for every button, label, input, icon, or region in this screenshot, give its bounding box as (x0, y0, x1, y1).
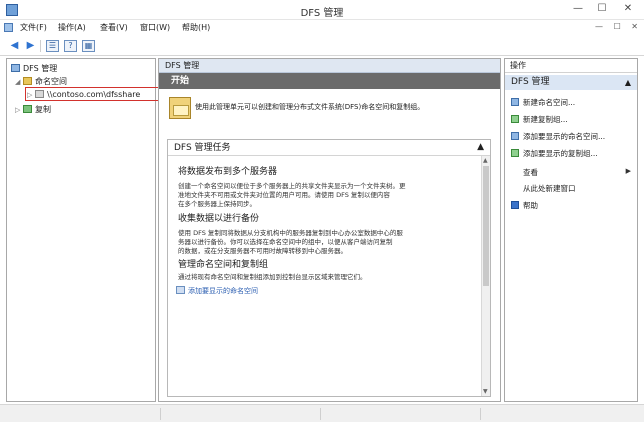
action-label: 查看 (523, 168, 538, 177)
scroll-down-icon[interactable]: ▼ (483, 388, 488, 395)
action-label: 新建复制组... (523, 115, 568, 124)
section-text: 在多个服务器上保持同步。 (178, 200, 256, 208)
action-label: 添加要显示的复制组... (523, 149, 598, 158)
action-help[interactable]: 帮助 (511, 200, 538, 211)
action-view[interactable]: 查看 (511, 167, 538, 178)
title-bar: DFS 管理 — ☐ ✕ (0, 0, 644, 20)
section-text: 的数据，或在分支服务器不可用时故障转移到中心服务器。 (178, 247, 347, 255)
action-add-replication-group[interactable]: 添加要显示的复制组... (511, 148, 598, 159)
action-pane-icon[interactable]: ▦ (82, 40, 95, 52)
add-namespace-link[interactable]: 添加要显示的命名空间 (176, 286, 258, 296)
scroll-up-icon[interactable]: ▲ (483, 157, 488, 164)
collapse-arrow-icon[interactable]: ▲ (477, 142, 484, 152)
mdi-minimize-button[interactable]: — (595, 22, 603, 31)
scroll-thumb[interactable] (483, 166, 489, 286)
section-title: 收集数据以进行备份 (178, 214, 260, 224)
mdi-window-buttons: — ☐ ✕ (587, 22, 638, 31)
namespace-icon (511, 132, 519, 140)
menu-bar: 文件(F) 操作(A) 查看(V) 窗口(W) 帮助(H) — ☐ ✕ (0, 20, 644, 36)
back-arrow-icon[interactable]: ◀ (8, 40, 21, 52)
action-new-replication-group[interactable]: 新建复制组... (511, 114, 568, 125)
tree-item-namespaces[interactable]: ◢ 命名空间 (15, 76, 67, 87)
section-title: 将数据发布到多个服务器 (178, 167, 278, 177)
help-icon[interactable]: ? (64, 40, 77, 52)
namespace-icon (176, 286, 185, 294)
maximize-button[interactable]: ☐ (590, 0, 614, 18)
actions-pane: 操作 DFS 管理 ▲ 新建命名空间... 新建复制组... 添加要显示的命名空… (504, 58, 638, 402)
tree-item-label: 复制 (35, 105, 51, 114)
replication-icon (511, 149, 519, 157)
mdi-restore-button[interactable]: ☐ (614, 22, 621, 31)
console-tree: DFS 管理 ◢ 命名空间 ▷ \\contoso.com\dfsshare ▷ 复制 (6, 58, 159, 402)
console-menu-icon[interactable] (4, 23, 13, 32)
action-add-namespace[interactable]: 添加要显示的命名空间... (511, 131, 605, 142)
show-hide-tree-icon[interactable]: ☰ (46, 40, 59, 52)
expand-triangle-icon[interactable]: ▷ (15, 106, 23, 114)
forward-arrow-icon[interactable]: ▶ (24, 40, 37, 52)
menu-help[interactable]: 帮助(H) (182, 22, 210, 33)
highlight-box (25, 87, 159, 101)
window-title: DFS 管理 (300, 8, 344, 19)
tree-item-label: 命名空间 (35, 77, 67, 86)
status-divider (480, 408, 481, 420)
action-label: 添加要显示的命名空间... (523, 132, 606, 141)
menu-action[interactable]: 操作(A) (58, 22, 86, 33)
welcome-text: 使用此管理单元可以创建和管理分布式文件系统(DFS)命名空间和复制组。 (195, 103, 425, 111)
link-label: 添加要显示的命名空间 (188, 287, 258, 295)
minimize-button[interactable]: — (566, 0, 590, 18)
tasks-panel: DFS 管理任务 ▲ ▲ ▼ 将数据发布到多个服务器 创建一个命名空间以便位于多… (167, 139, 491, 397)
action-label: 帮助 (523, 201, 538, 210)
status-divider (160, 408, 161, 420)
close-button[interactable]: ✕ (614, 0, 642, 18)
tasks-scrollbar[interactable]: ▲ ▼ (481, 156, 490, 396)
results-pane-header: DFS 管理 (159, 59, 500, 73)
dfs-management-icon (11, 64, 20, 72)
menu-file[interactable]: 文件(F) (20, 22, 47, 33)
results-pane: DFS 管理 开始 使用此管理单元可以创建和管理分布式文件系统(DFS)命名空间… (158, 58, 501, 402)
collapse-triangle-icon[interactable]: ◢ (15, 78, 23, 86)
section-title: 管理命名空间和复制组 (178, 260, 269, 270)
submenu-arrow-icon: ▶ (625, 167, 631, 175)
status-divider (320, 408, 321, 420)
namespace-folder-icon (23, 77, 32, 85)
replication-icon (23, 105, 32, 113)
actions-group-dfs-management[interactable]: DFS 管理 ▲ (505, 75, 637, 90)
action-new-window[interactable]: 从此处新建窗口 (511, 183, 576, 194)
tree-item-label: DFS 管理 (23, 64, 58, 73)
help-icon (511, 201, 519, 209)
action-new-namespace[interactable]: 新建命名空间... (511, 97, 575, 108)
getting-started-banner: 开始 (159, 73, 500, 89)
tree-item-replication[interactable]: ▷ 复制 (15, 104, 51, 115)
tasks-title: DFS 管理任务 (168, 140, 490, 156)
toolbar-separator (40, 40, 41, 52)
mdi-close-button[interactable]: ✕ (631, 22, 638, 31)
collapse-arrow-icon[interactable]: ▲ (625, 75, 631, 90)
action-label: 新建命名空间... (523, 98, 576, 107)
menu-window[interactable]: 窗口(W) (140, 22, 170, 33)
namespace-icon (511, 98, 519, 106)
action-label: 从此处新建窗口 (523, 184, 576, 193)
actions-header: 操作 (505, 59, 637, 73)
toolbar: ◀ ▶ ☰ ? ▦ (0, 36, 644, 56)
section-text: 通过将现有命名空间和复制组添加到控制台显示区域来管理它们。 (178, 273, 367, 281)
tree-item-dfs-management[interactable]: DFS 管理 (11, 63, 57, 74)
replication-icon (511, 115, 519, 123)
menu-view[interactable]: 查看(V) (100, 22, 128, 33)
actions-group-label: DFS 管理 (511, 77, 550, 87)
folder-share-icon (169, 97, 191, 119)
status-bar (0, 404, 644, 422)
